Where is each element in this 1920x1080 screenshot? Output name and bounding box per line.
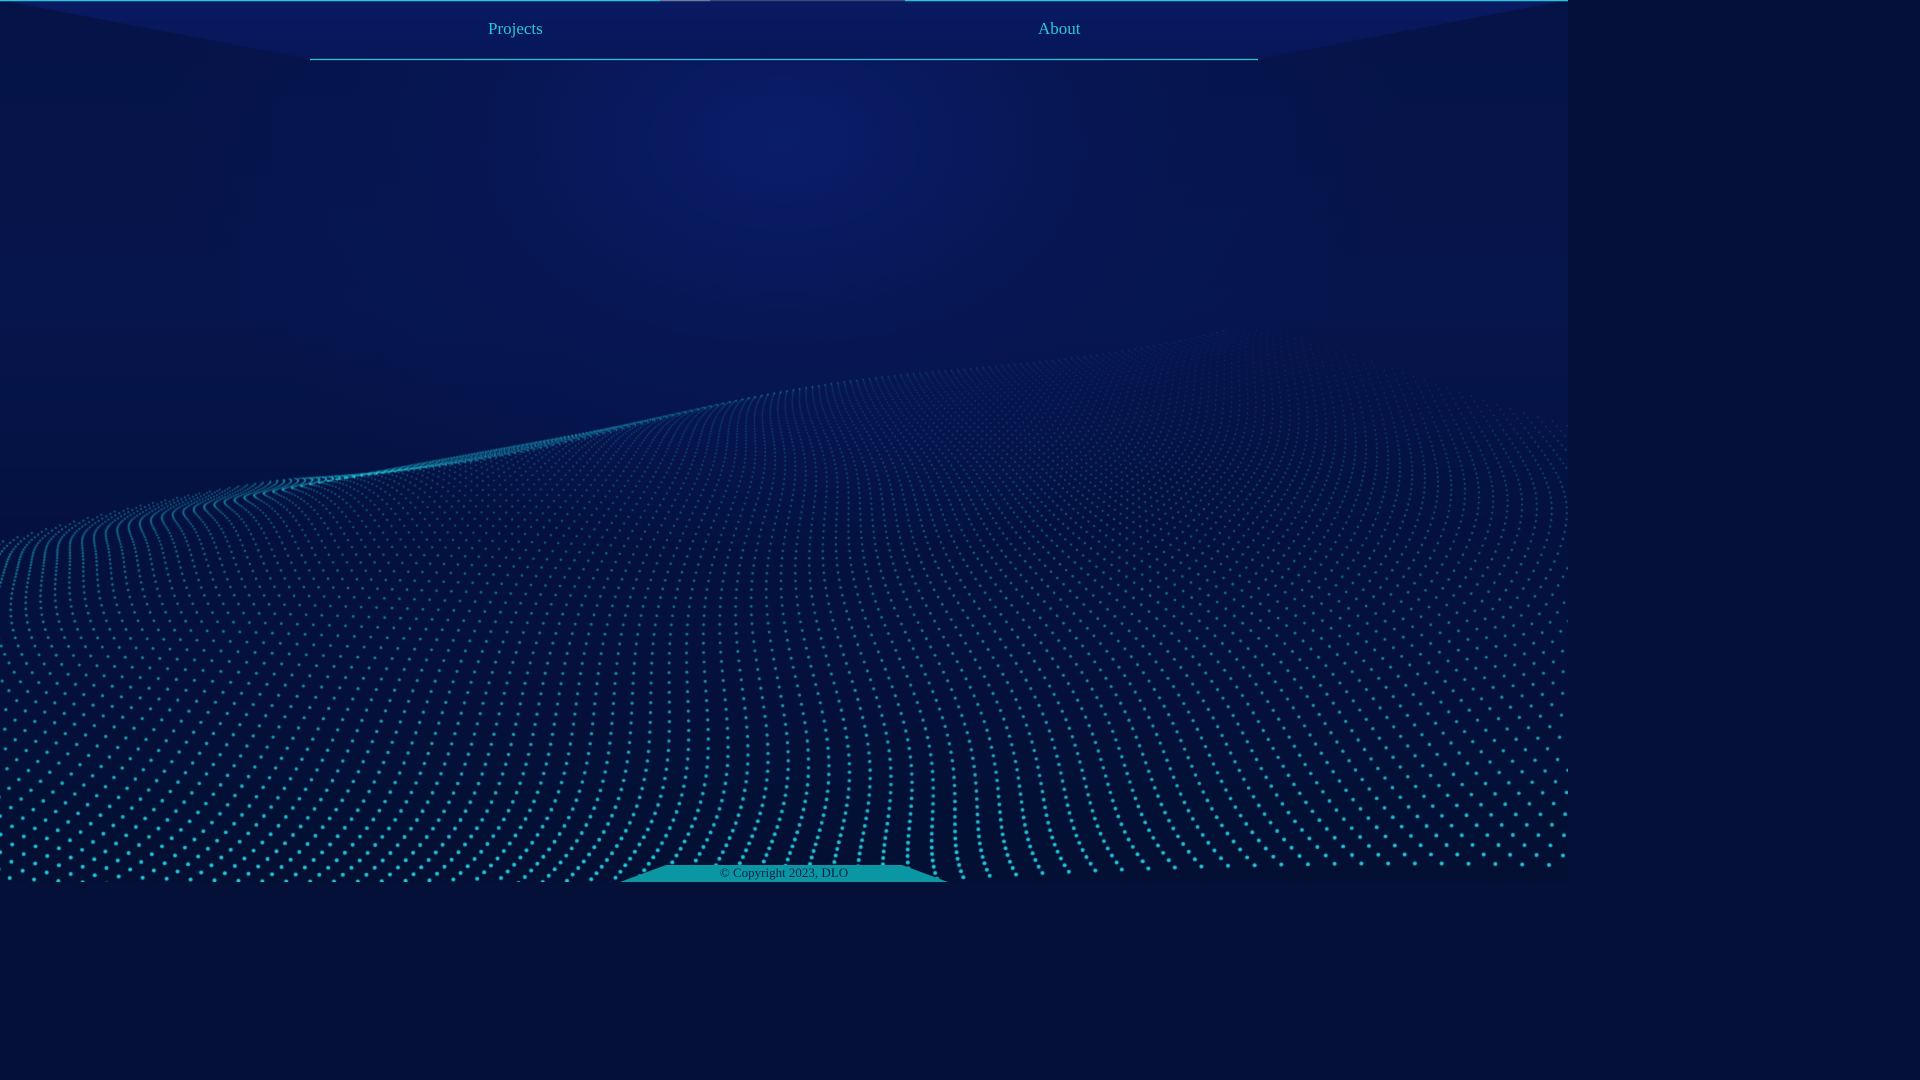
nav-link-about[interactable]: About xyxy=(1038,18,1081,40)
page-background: Projects About © Copyright 2023, DLO xyxy=(0,0,1568,882)
nav-trapezoid-shape xyxy=(0,0,1568,61)
top-navigation: Projects About xyxy=(0,0,1568,62)
particle-wave-background xyxy=(0,0,1568,882)
footer: © Copyright 2023, DLO xyxy=(620,862,948,882)
copyright-text: © Copyright 2023, DLO xyxy=(719,865,849,880)
nav-link-projects[interactable]: Projects xyxy=(488,18,543,40)
